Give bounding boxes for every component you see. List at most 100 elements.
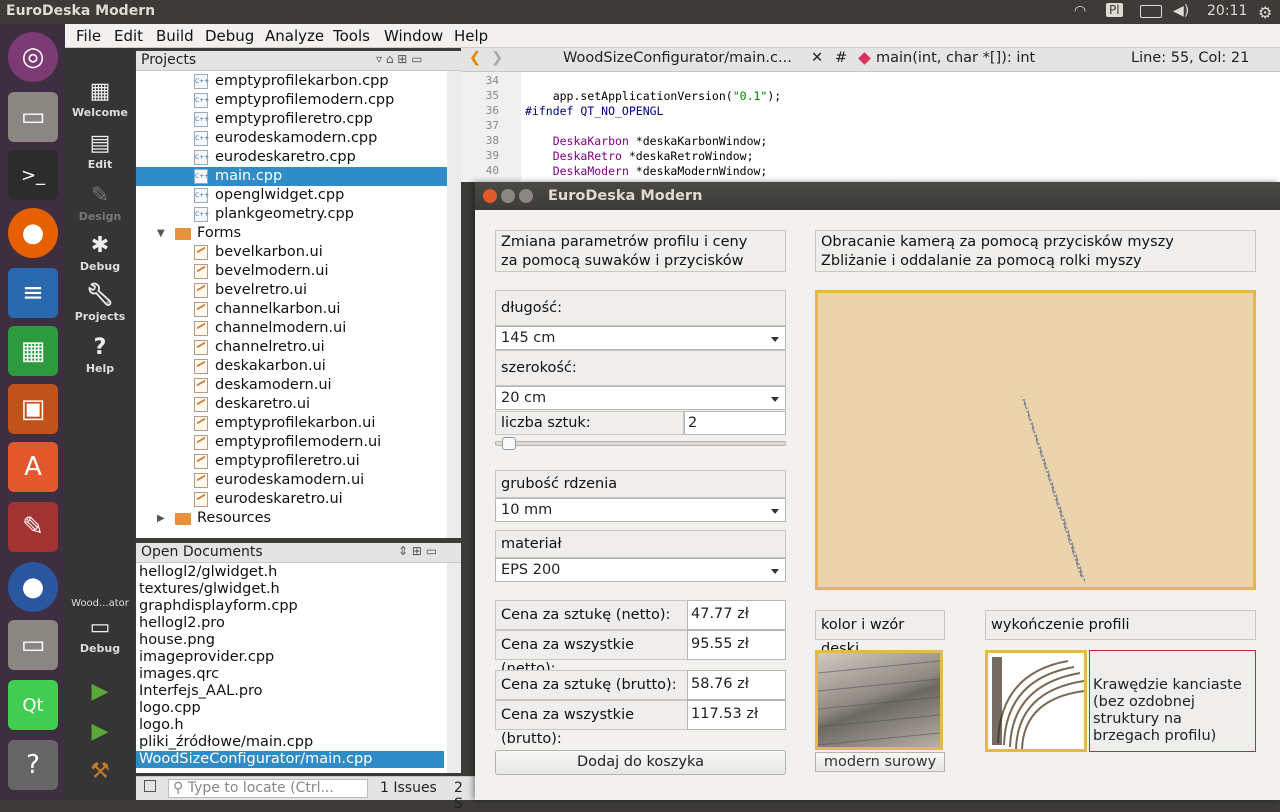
back-icon[interactable]: ❮	[469, 50, 481, 66]
locate-input[interactable]: ⚲ Type to locate (Ctrl...	[168, 779, 368, 798]
project-scrollbar[interactable]	[447, 71, 461, 538]
menu-debug[interactable]: Debug	[205, 27, 254, 45]
tree-item[interactable]: C++ openglwidget.cpp	[136, 186, 447, 205]
open-document-item[interactable]: imageprovider.cpp	[139, 649, 447, 666]
opengl-viewport[interactable]	[815, 290, 1256, 590]
count-input[interactable]: 2	[684, 411, 786, 435]
open-document-item[interactable]: images.qrc	[139, 666, 447, 683]
build-button[interactable]: ⚒	[65, 760, 135, 786]
files-icon[interactable]: ▭	[8, 92, 58, 142]
open-document-item[interactable]: graphdisplayform.cpp	[139, 598, 447, 615]
open-document-item[interactable]: WoodSizeConfigurator/main.cpp	[136, 751, 444, 768]
minimize-window-button[interactable]	[501, 189, 515, 203]
project-tree[interactable]: C++ emptyprofilekarbon.cpp C++ emptyprofile…	[136, 71, 447, 538]
count-slider-handle[interactable]	[502, 437, 516, 450]
sidebar-toggle-icon[interactable]	[144, 780, 156, 792]
tree-item[interactable]: ▶ Resources	[136, 509, 447, 528]
maximize-window-button[interactable]	[519, 189, 533, 203]
material-combo[interactable]: EPS 200	[495, 558, 786, 582]
calc-icon[interactable]: ▦	[8, 326, 58, 376]
battery-icon[interactable]	[1140, 5, 1162, 18]
tree-item[interactable]: emptyprofilekarbon.ui	[136, 414, 447, 433]
gear-icon[interactable]: ⚙	[1258, 3, 1272, 22]
tree-item[interactable]: C++ emptyprofilekarbon.cpp	[136, 72, 447, 91]
tree-item[interactable]: bevelkarbon.ui	[136, 243, 447, 262]
ubuntu-icon[interactable]: ◎	[8, 32, 58, 82]
count-slider[interactable]	[495, 437, 786, 450]
symbol-combo[interactable]: main(int, char *[]): int	[876, 50, 1035, 66]
tree-item[interactable]: C++ eurodeskaretro.cpp	[136, 148, 447, 167]
mode-projects[interactable]: 🔧︎ Projects	[65, 284, 135, 324]
open-document-item[interactable]: hellogl2/glwidget.h	[139, 564, 447, 581]
tree-item[interactable]: channelmodern.ui	[136, 319, 447, 338]
menu-analyze[interactable]: Analyze	[265, 27, 324, 45]
open-documents-title[interactable]: Open Documents	[141, 544, 263, 560]
tree-item[interactable]: bevelretro.ui	[136, 281, 447, 300]
volume-icon[interactable]: ◀)	[1173, 3, 1189, 19]
color-pattern-value[interactable]: modern surowy	[815, 752, 945, 772]
clock[interactable]: 20:11	[1207, 3, 1247, 19]
open-document-item[interactable]: textures/glwidget.h	[139, 581, 447, 598]
tree-item[interactable]: deskamodern.ui	[136, 376, 447, 395]
software-center-icon[interactable]: A	[8, 442, 58, 492]
open-document-item[interactable]: logo.cpp	[139, 700, 447, 717]
tree-item[interactable]: emptyprofileretro.ui	[136, 452, 447, 471]
menu-window[interactable]: Window	[384, 27, 443, 45]
chevron-right-icon[interactable]: ▶	[157, 509, 165, 528]
menu-tools[interactable]: Tools	[333, 27, 370, 45]
menu-help[interactable]: Help	[454, 27, 488, 45]
add-to-cart-button[interactable]: Dodaj do koszyka	[495, 750, 786, 775]
tree-item[interactable]: C++ main.cpp	[136, 167, 447, 186]
code-editor[interactable]: app.setApplicationVersion("0.1"); #ifndef…	[521, 72, 1280, 182]
open-document-item[interactable]: hellogl2.pro	[139, 615, 447, 632]
projects-title[interactable]: Projects	[141, 52, 196, 68]
writer-icon[interactable]: ≡	[8, 268, 58, 318]
core-combo[interactable]: 10 mm	[495, 498, 786, 522]
files2-icon[interactable]: ▭	[8, 620, 58, 670]
tree-item[interactable]: channelretro.ui	[136, 338, 447, 357]
open-documents-toolbar[interactable]: ⇕ ⊞ ▭	[398, 544, 437, 558]
tree-item[interactable]: C++ emptyprofileretro.cpp	[136, 110, 447, 129]
debug-run-button[interactable]: ▶	[65, 720, 135, 746]
unknown-icon[interactable]: ?	[8, 740, 58, 790]
length-combo[interactable]: 145 cm	[495, 326, 786, 350]
impress-icon[interactable]: ▣	[8, 384, 58, 434]
tree-item[interactable]: eurodeskaretro.ui	[136, 490, 447, 509]
tree-item[interactable]: C++ eurodeskamodern.cpp	[136, 129, 447, 148]
tree-item[interactable]: ▼ Forms	[136, 224, 447, 243]
tree-item[interactable]: deskaretro.ui	[136, 395, 447, 414]
mode-debug[interactable]: ✱ Debug	[65, 234, 135, 274]
settings-icon[interactable]: ✎	[8, 502, 58, 552]
drop-icon[interactable]: ●	[8, 562, 58, 612]
menu-edit[interactable]: Edit	[114, 27, 143, 45]
kit-selector[interactable]: ▭ Debug	[65, 616, 135, 656]
search-results-tab[interactable]: 2 S	[454, 780, 476, 812]
firefox-icon[interactable]: ●	[8, 208, 58, 258]
menu-file[interactable]: File	[76, 27, 101, 45]
projects-toolbar[interactable]: ▿ ⌂ ⊞ ▭	[376, 52, 422, 66]
wifi-icon[interactable]: ◠	[1074, 3, 1086, 19]
menu-build[interactable]: Build	[156, 27, 194, 45]
open-document-item[interactable]: logo.h	[139, 717, 447, 734]
keyboard-indicator[interactable]: Pl	[1106, 3, 1123, 17]
tree-item[interactable]: channelkarbon.ui	[136, 300, 447, 319]
tree-item[interactable]: deskakarbon.ui	[136, 357, 447, 376]
open-file-combo[interactable]: WoodSizeConfigurator/main.c...	[563, 50, 792, 66]
open-document-item[interactable]: pliki_źródłowe/main.cpp	[139, 734, 447, 751]
tree-item[interactable]: bevelmodern.ui	[136, 262, 447, 281]
mode-help[interactable]: ? Help	[65, 336, 135, 376]
tree-item[interactable]: eurodeskamodern.ui	[136, 471, 447, 490]
close-window-button[interactable]	[483, 189, 497, 203]
cursor-position[interactable]: Line: 55, Col: 21	[1131, 50, 1249, 66]
mode-edit[interactable]: ▤ Edit	[65, 132, 135, 172]
open-document-item[interactable]: Interfejs_AAL.pro	[139, 683, 447, 700]
width-combo[interactable]: 20 cm	[495, 386, 786, 410]
open-document-item[interactable]: house.png	[139, 632, 447, 649]
tree-item[interactable]: C++ plankgeometry.cpp	[136, 205, 447, 224]
mode-design[interactable]: ✎ Design	[65, 184, 135, 224]
wood-texture-swatch[interactable]	[815, 650, 943, 750]
profile-finish-swatch[interactable]	[985, 650, 1087, 752]
mode-welcome[interactable]: ▦ Welcome	[65, 80, 135, 120]
tree-item[interactable]: C++ emptyprofilemodern.cpp	[136, 91, 447, 110]
qt-icon[interactable]: Qt	[8, 680, 58, 730]
